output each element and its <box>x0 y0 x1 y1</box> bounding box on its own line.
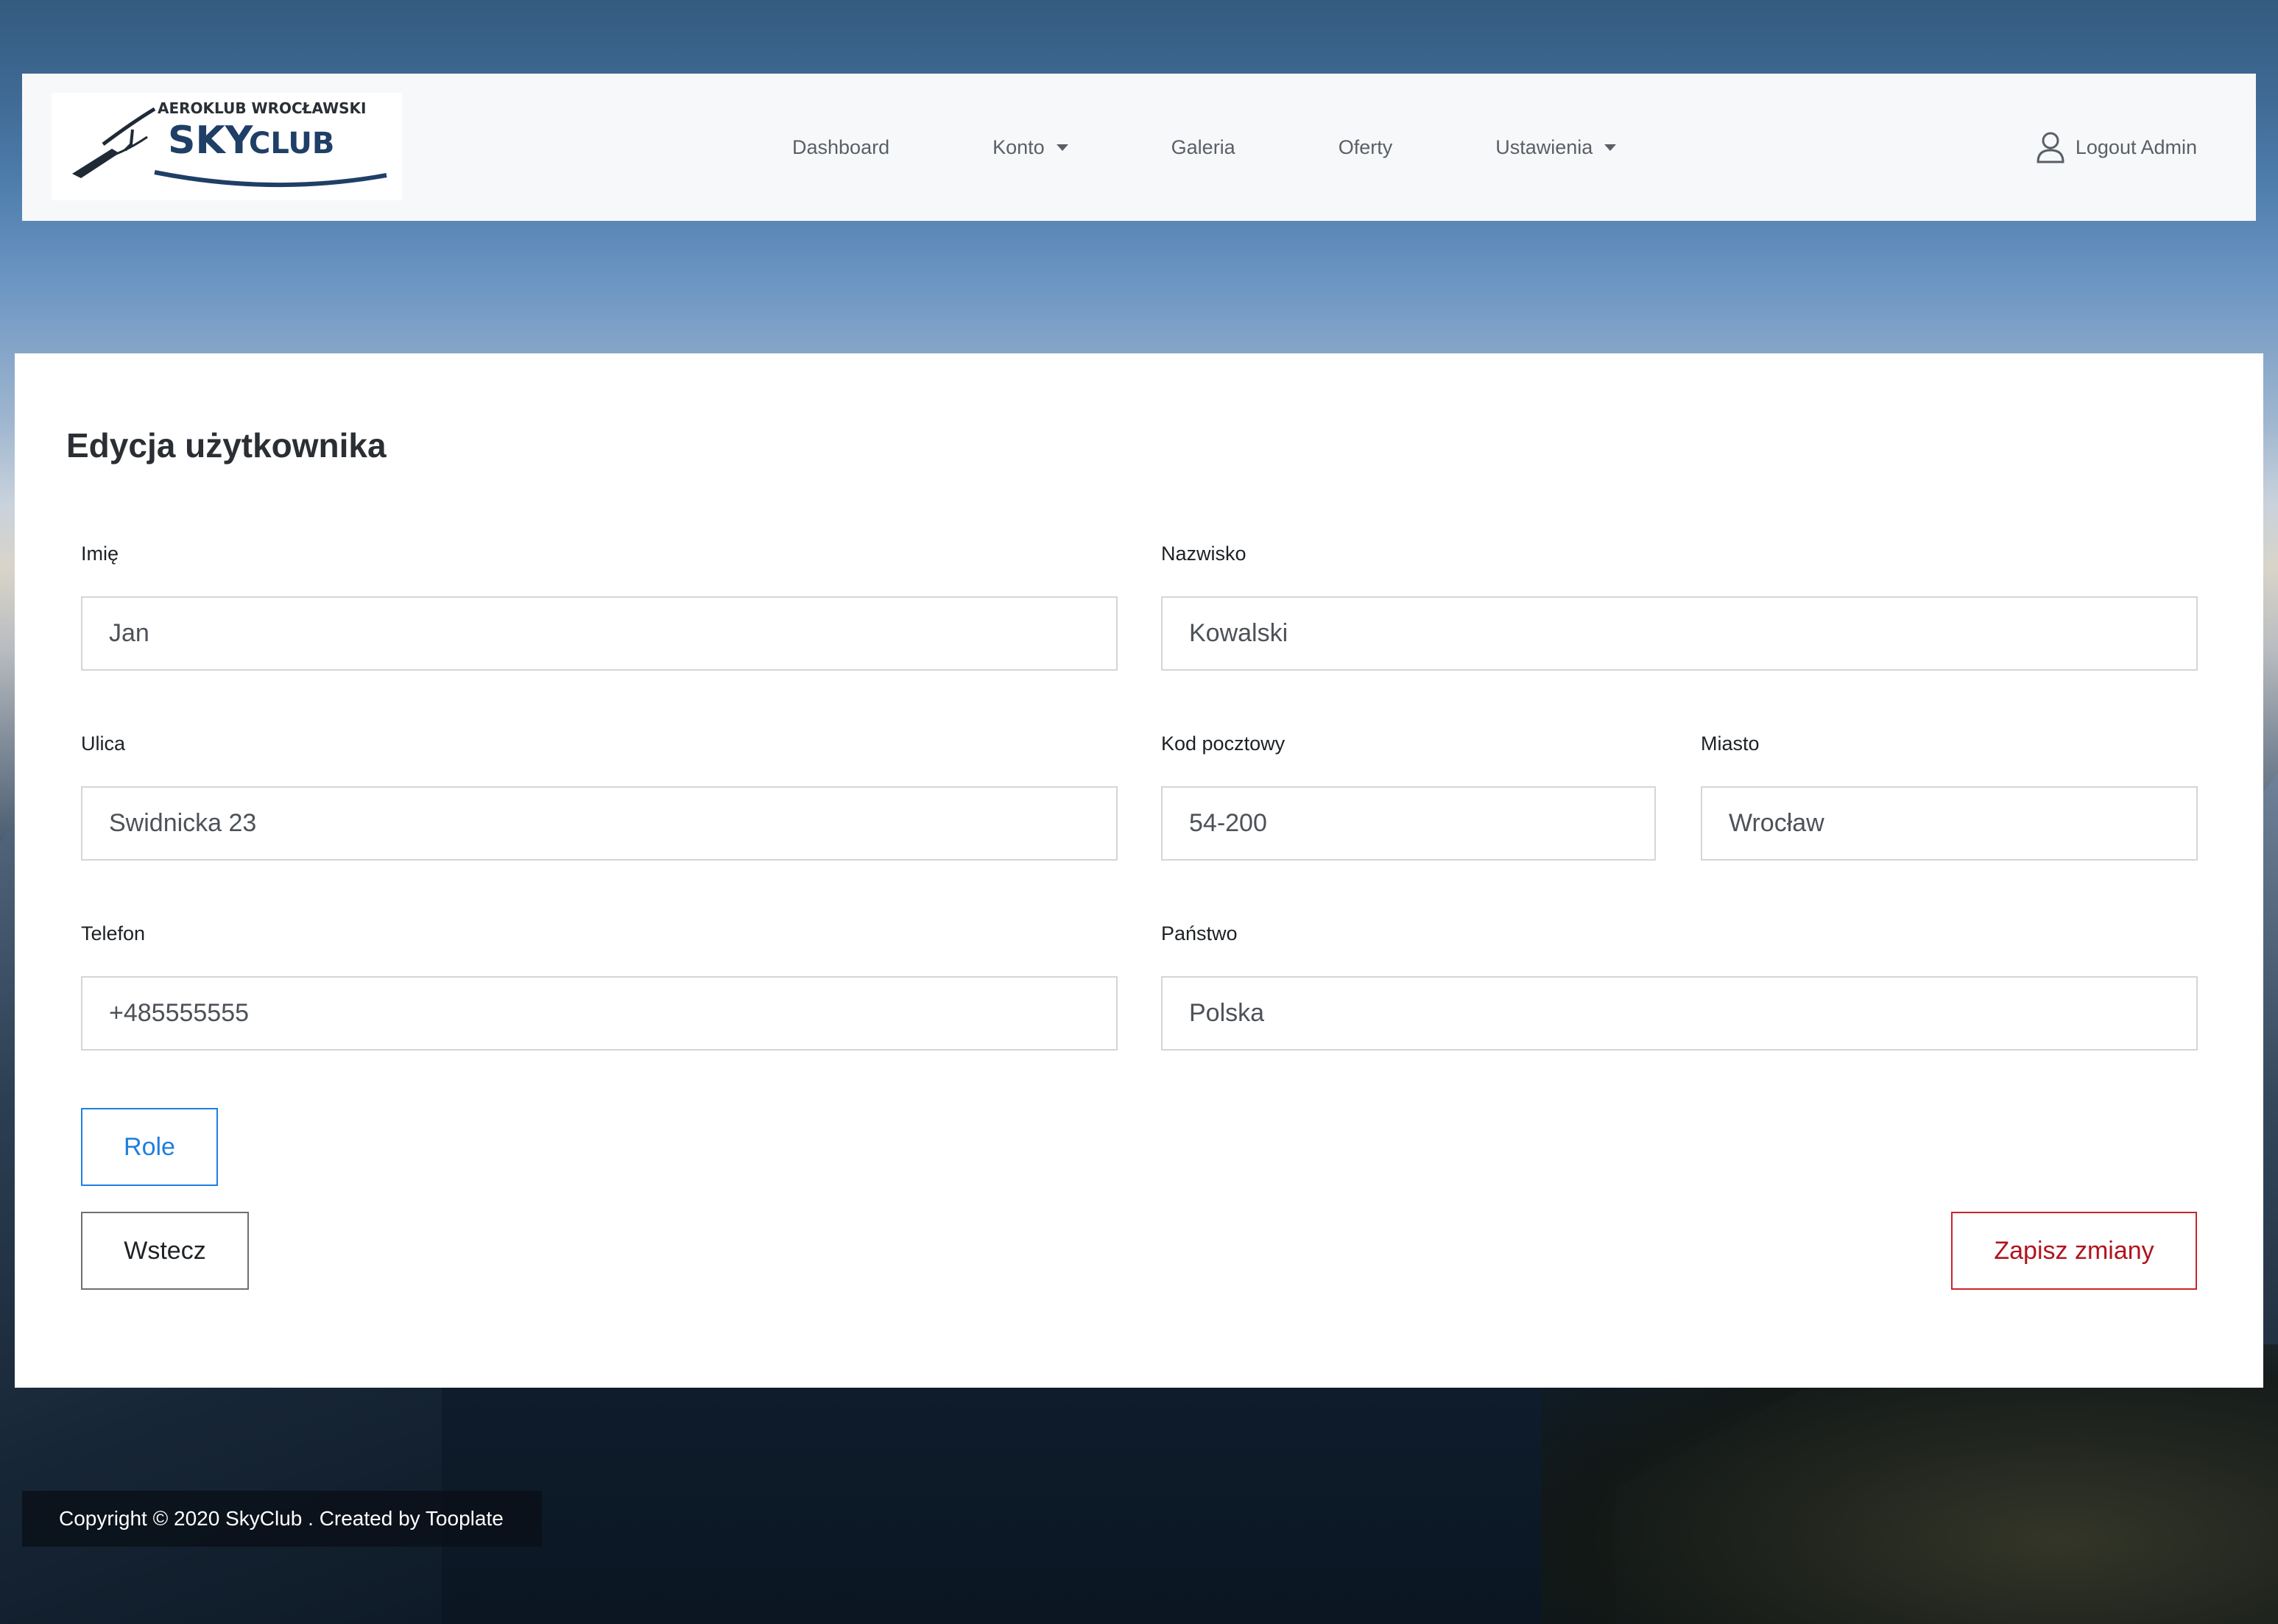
panstwo-label: Państwo <box>1161 922 1238 945</box>
nav-ustawienia-dropdown[interactable]: Ustawienia <box>1444 136 1668 159</box>
nazwisko-label: Nazwisko <box>1161 543 1246 565</box>
imie-label: Imię <box>81 543 119 565</box>
ulica-input[interactable] <box>81 786 1118 861</box>
imie-input[interactable] <box>81 596 1118 671</box>
miasto-input[interactable] <box>1701 786 2198 861</box>
logout-link[interactable]: Logout Admin <box>2036 74 2197 221</box>
ulica-label: Ulica <box>81 732 126 755</box>
user-icon <box>2037 132 2064 163</box>
kod-pocztowy-input[interactable] <box>1161 786 1656 861</box>
main-nav: Dashboard Konto Galeria Oferty Ustawieni… <box>767 74 1668 221</box>
chevron-down-icon <box>1056 144 1068 151</box>
nav-galeria[interactable]: Galeria <box>1120 136 1287 159</box>
back-button[interactable]: Wstecz <box>81 1212 249 1290</box>
glider-logo-icon: AEROKLUB WROCŁAWSKI SKY CLUB <box>72 99 387 188</box>
nav-dashboard-label: Dashboard <box>792 135 890 158</box>
skyclub-logo[interactable]: AEROKLUB WROCŁAWSKI SKY CLUB <box>52 93 402 200</box>
role-button[interactable]: Role <box>81 1108 218 1186</box>
kod-pocztowy-label: Kod pocztowy <box>1161 732 1286 755</box>
save-changes-button[interactable]: Zapisz zmiany <box>1951 1212 2197 1290</box>
nav-dashboard[interactable]: Dashboard <box>767 136 941 159</box>
miasto-label: Miasto <box>1701 732 1760 755</box>
footer-copyright: Copyright © 2020 SkyClub . Created by To… <box>22 1491 542 1547</box>
nav-oferty[interactable]: Oferty <box>1287 136 1445 159</box>
top-navbar: AEROKLUB WROCŁAWSKI SKY CLUB Dashboard K… <box>22 74 2256 221</box>
chevron-down-icon <box>1604 144 1617 151</box>
nav-ustawienia-label: Ustawienia <box>1495 135 1593 158</box>
edit-user-card <box>15 353 2263 1388</box>
nav-konto-label: Konto <box>992 135 1045 158</box>
nav-konto-dropdown[interactable]: Konto <box>941 136 1120 159</box>
svg-text:AEROKLUB WROCŁAWSKI: AEROKLUB WROCŁAWSKI <box>158 99 367 117</box>
panstwo-input[interactable] <box>1161 976 2198 1051</box>
nav-galeria-label: Galeria <box>1171 135 1235 158</box>
copyright-text: Copyright © 2020 SkyClub . Created by To… <box>59 1507 504 1530</box>
svg-text:SKY: SKY <box>168 119 254 163</box>
svg-text:CLUB: CLUB <box>249 127 334 160</box>
telefon-label: Telefon <box>81 922 146 945</box>
telefon-input[interactable] <box>81 976 1118 1051</box>
nav-oferty-label: Oferty <box>1338 135 1393 158</box>
logout-label: Logout Admin <box>2075 135 2197 158</box>
nazwisko-input[interactable] <box>1161 596 2198 671</box>
page-title: Edycja użytkownika <box>66 426 387 465</box>
